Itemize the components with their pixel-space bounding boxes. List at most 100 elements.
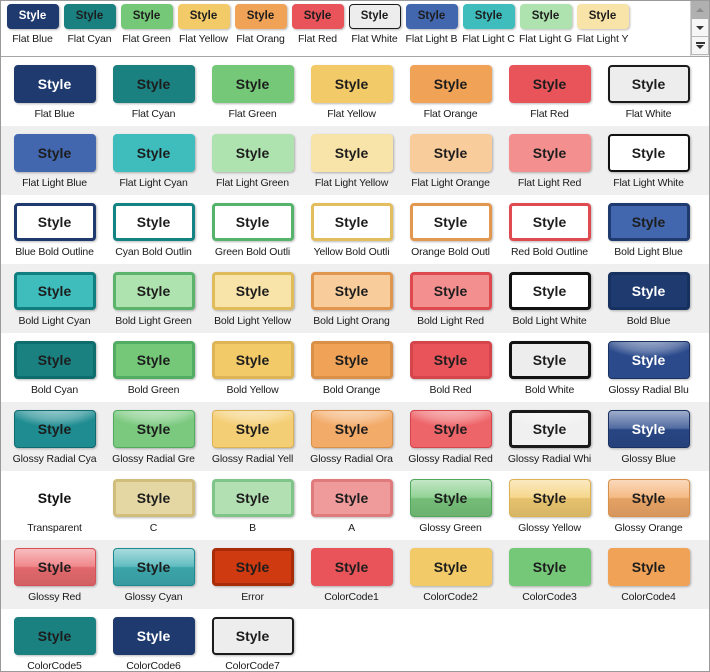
style-preview-button[interactable]: Style (112, 134, 195, 172)
style-gallery-item[interactable]: Style Green Bold Outli (203, 195, 302, 258)
style-gallery-item[interactable]: Style Flat Blue (4, 4, 61, 45)
style-gallery-item[interactable]: Style Bold Light Yellow (203, 264, 302, 327)
style-preview-button[interactable]: Style (508, 410, 591, 448)
style-preview-button[interactable]: Style (211, 341, 294, 379)
style-gallery-item[interactable]: Style Flat Light Y (574, 4, 631, 45)
style-gallery-item[interactable]: Style Glossy Green (401, 471, 500, 534)
style-preview-button[interactable]: Style (607, 272, 690, 310)
style-preview-button[interactable]: Style (13, 65, 96, 103)
style-preview-button[interactable]: Style (13, 410, 96, 448)
style-gallery-item[interactable]: Style Flat Light B (403, 4, 460, 45)
style-gallery-item[interactable]: Style Flat Light Red (500, 126, 599, 189)
style-preview-button[interactable]: Style (508, 479, 591, 517)
style-preview-button[interactable]: Style (607, 65, 690, 103)
style-gallery-item[interactable]: Style Flat Light G (517, 4, 574, 45)
style-gallery-item[interactable]: Style Error (203, 540, 302, 603)
style-preview-button[interactable]: Style (112, 272, 195, 310)
style-gallery-item[interactable]: Style Flat Yellow (175, 4, 232, 45)
style-preview-button[interactable]: Style (14, 479, 96, 517)
style-gallery-item[interactable]: Style Flat Red (500, 57, 599, 120)
style-preview-button[interactable]: Style (13, 617, 96, 655)
style-preview-button[interactable]: Style (13, 341, 96, 379)
style-preview-button[interactable]: Style (112, 617, 195, 655)
style-preview-button[interactable]: Style (112, 548, 195, 586)
style-preview-button[interactable]: Style (310, 203, 393, 241)
style-preview-button[interactable]: Style (310, 548, 393, 586)
style-gallery-item[interactable]: Style Bold Light Orang (302, 264, 401, 327)
style-preview-button[interactable]: Style (177, 4, 230, 29)
style-preview-button[interactable]: Style (211, 617, 294, 655)
style-gallery-item[interactable]: Style Bold Green (104, 333, 203, 396)
style-preview-button[interactable]: Style (120, 4, 173, 29)
style-preview-button[interactable]: Style (576, 4, 629, 29)
style-gallery-item[interactable]: Style Flat Light C (460, 4, 517, 45)
style-preview-button[interactable]: Style (310, 479, 393, 517)
style-preview-button[interactable]: Style (519, 4, 572, 29)
style-preview-button[interactable]: Style (211, 134, 294, 172)
style-gallery-item[interactable]: Style Flat Yellow (302, 57, 401, 120)
style-gallery-item[interactable]: Style Transparent (5, 471, 104, 534)
style-gallery-item[interactable]: Style Glossy Radial Gre (104, 402, 203, 465)
style-gallery-item[interactable]: Style Bold White (500, 333, 599, 396)
style-preview-button[interactable]: Style (13, 203, 96, 241)
style-preview-button[interactable]: Style (211, 272, 294, 310)
style-preview-button[interactable]: Style (234, 4, 287, 29)
style-gallery-item[interactable]: Style Red Bold Outline (500, 195, 599, 258)
scroll-down-button[interactable] (691, 19, 709, 37)
style-preview-button[interactable]: Style (607, 479, 690, 517)
style-preview-button[interactable]: Style (508, 548, 591, 586)
style-preview-button[interactable]: Style (112, 203, 195, 241)
style-gallery-item[interactable]: Style Glossy Blue (599, 402, 698, 465)
style-gallery-item[interactable]: Style Flat White (346, 4, 403, 45)
style-gallery-item[interactable]: Style B (203, 471, 302, 534)
style-preview-button[interactable]: Style (6, 4, 59, 29)
style-gallery-item[interactable]: Style Flat White (599, 57, 698, 120)
style-gallery-item[interactable]: Style ColorCode7 (203, 609, 302, 671)
style-gallery-item[interactable]: Style Glossy Radial Ora (302, 402, 401, 465)
style-gallery-item[interactable]: Style Flat Green (203, 57, 302, 120)
style-gallery-item[interactable]: Style Glossy Radial Cya (5, 402, 104, 465)
style-gallery-item[interactable]: Style Flat Blue (5, 57, 104, 120)
style-gallery-item[interactable]: Style Glossy Cyan (104, 540, 203, 603)
style-gallery-item[interactable]: Style Glossy Red (5, 540, 104, 603)
style-preview-button[interactable]: Style (409, 548, 492, 586)
style-gallery-item[interactable]: Style Bold Light Red (401, 264, 500, 327)
style-gallery-item[interactable]: Style Flat Light Yellow (302, 126, 401, 189)
style-gallery-item[interactable]: Style Flat Light Orange (401, 126, 500, 189)
style-gallery-item[interactable]: Style Glossy Yellow (500, 471, 599, 534)
style-gallery-item[interactable]: Style ColorCode3 (500, 540, 599, 603)
style-preview-button[interactable]: Style (508, 65, 591, 103)
style-gallery-item[interactable]: Style Glossy Radial Whi (500, 402, 599, 465)
style-preview-button[interactable]: Style (508, 134, 591, 172)
style-preview-button[interactable]: Style (508, 341, 591, 379)
style-preview-button[interactable]: Style (310, 341, 393, 379)
style-gallery-item[interactable]: Style Flat Light Cyan (104, 126, 203, 189)
style-preview-button[interactable]: Style (310, 134, 393, 172)
style-preview-button[interactable]: Style (409, 479, 492, 517)
style-preview-button[interactable]: Style (607, 548, 690, 586)
style-preview-button[interactable]: Style (409, 341, 492, 379)
style-gallery-item[interactable]: Style Bold Light White (500, 264, 599, 327)
style-preview-button[interactable]: Style (607, 341, 690, 379)
style-preview-button[interactable]: Style (409, 203, 492, 241)
style-gallery-item[interactable]: Style Yellow Bold Outli (302, 195, 401, 258)
style-gallery-item[interactable]: Style Bold Blue (599, 264, 698, 327)
style-preview-button[interactable]: Style (112, 479, 195, 517)
style-gallery-item[interactable]: Style ColorCode5 (5, 609, 104, 671)
style-gallery-item[interactable]: Style ColorCode4 (599, 540, 698, 603)
style-preview-button[interactable]: Style (211, 65, 294, 103)
scroll-up-button[interactable] (691, 1, 709, 19)
style-gallery-item[interactable]: Style Flat Light White (599, 126, 698, 189)
gallery-scrollbar[interactable] (690, 1, 709, 56)
style-preview-button[interactable]: Style (112, 410, 195, 448)
style-gallery-item[interactable]: Style ColorCode2 (401, 540, 500, 603)
style-preview-button[interactable]: Style (63, 4, 116, 29)
style-gallery-item[interactable]: Style Flat Cyan (61, 4, 118, 45)
style-gallery-item[interactable]: Style Flat Green (118, 4, 175, 45)
style-preview-button[interactable]: Style (112, 65, 195, 103)
style-preview-button[interactable]: Style (607, 410, 690, 448)
style-gallery-item[interactable]: Style Bold Light Cyan (5, 264, 104, 327)
style-gallery-item[interactable]: Style Flat Light Blue (5, 126, 104, 189)
style-preview-button[interactable]: Style (348, 4, 401, 29)
style-preview-button[interactable]: Style (409, 272, 492, 310)
